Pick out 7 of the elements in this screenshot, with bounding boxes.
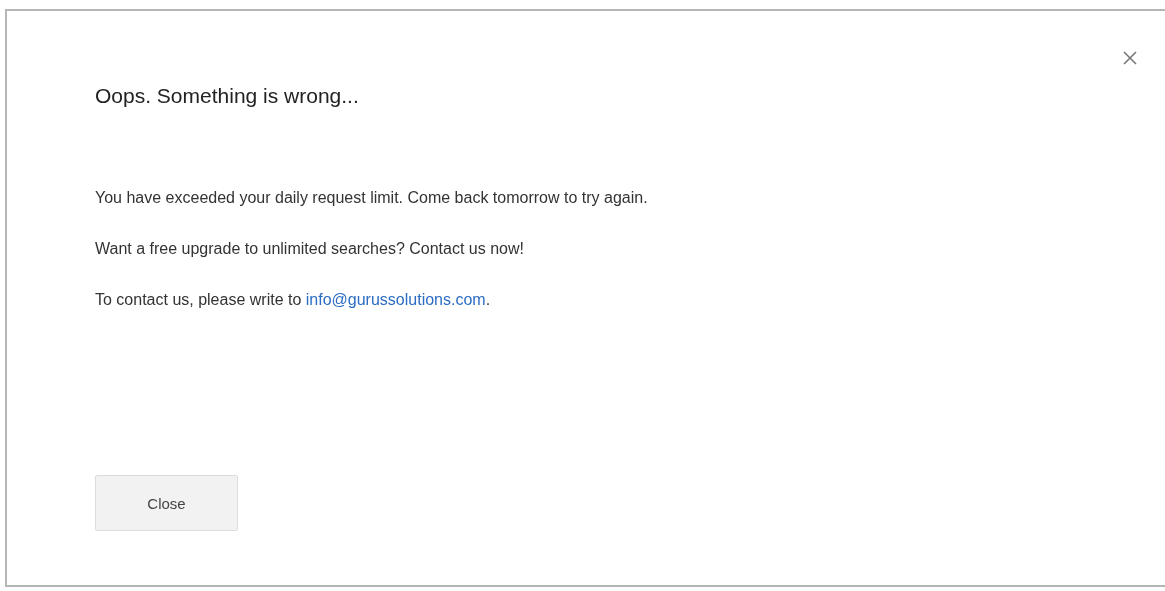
email-link[interactable]: info@gurussolutions.com bbox=[305, 291, 486, 308]
message-text: To contact us, please write to info@gurussolutions.com. bbox=[95, 290, 492, 310]
message-text: Want a free upgrade to unlimited searches? Contact us now! bbox=[95, 239, 525, 259]
close-button[interactable]: Close bbox=[95, 475, 238, 531]
close-button[interactable] bbox=[1123, 51, 1137, 65]
message-text: You have exceeded your daily request limit. Come back tomorrow to try again. bbox=[95, 188, 649, 208]
dialog-title: Oops. Something is wrong... bbox=[95, 84, 359, 108]
